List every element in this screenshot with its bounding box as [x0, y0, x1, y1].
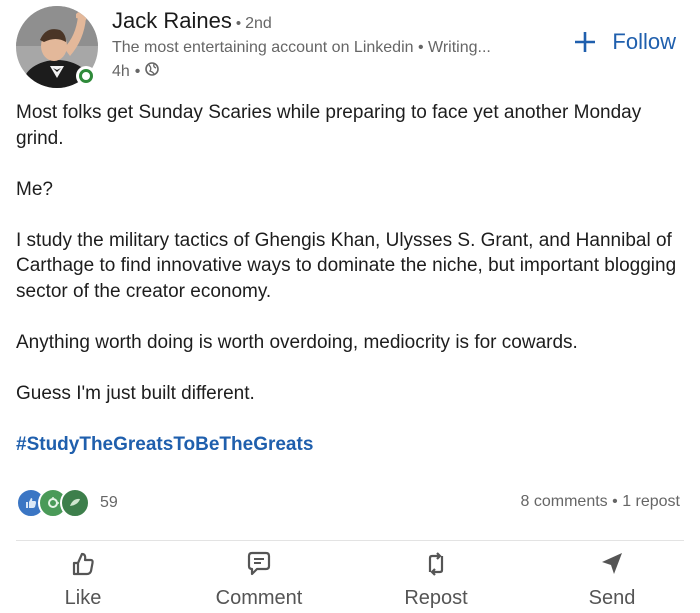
post-paragraph: Most folks get Sunday Scaries while prep…: [16, 102, 642, 149]
reactions-summary[interactable]: 59: [16, 488, 118, 518]
connection-degree: 2nd: [245, 15, 272, 32]
comment-label: Comment: [215, 587, 303, 609]
repost-button[interactable]: Repost: [376, 550, 496, 610]
post-body: Most folks get Sunday Scaries while prep…: [16, 100, 686, 483]
post-paragraph: Guess I'm just built different.: [16, 382, 255, 404]
follow-label: Follow: [612, 29, 676, 54]
plus-icon: [574, 26, 596, 58]
post-paragraph: Me?: [16, 178, 53, 200]
reaction-count: 59: [100, 494, 118, 511]
comment-button[interactable]: Comment: [199, 550, 319, 610]
follow-button[interactable]: Follow: [574, 26, 676, 58]
author-name-row: Jack Raines • 2nd: [112, 8, 272, 34]
post-time: 4h: [112, 62, 130, 80]
send-button[interactable]: Send: [552, 550, 672, 610]
globe-icon: [145, 62, 160, 81]
thumbs-up-icon: [69, 550, 97, 583]
engagement-separator: •: [612, 493, 618, 510]
send-icon: [598, 550, 626, 583]
send-label: Send: [588, 587, 636, 609]
online-status-icon: [76, 66, 96, 86]
divider: [16, 540, 684, 541]
like-button[interactable]: Like: [23, 550, 143, 610]
repost-icon: [422, 550, 450, 583]
comment-icon: [245, 550, 273, 583]
meta-separator: •: [134, 62, 141, 80]
support-icon: [60, 488, 90, 518]
engagement-counts: 8 comments • 1 repost: [521, 493, 680, 511]
hashtag-link[interactable]: #StudyTheGreatsToBeTheGreats: [16, 434, 313, 455]
comments-count[interactable]: 8 comments: [521, 493, 608, 510]
post-meta: 4h •: [112, 62, 160, 81]
author-name[interactable]: Jack Raines: [112, 8, 232, 33]
repost-label: Repost: [404, 587, 468, 609]
action-bar: Like Comment Repost Send: [0, 550, 700, 610]
post-paragraph: Anything worth doing is worth overdoing,…: [16, 331, 578, 353]
like-label: Like: [64, 587, 102, 609]
reposts-count[interactable]: 1 repost: [622, 493, 680, 510]
author-headline: The most entertaining account on Linkedi…: [112, 39, 491, 56]
post-paragraph: I study the military tactics of Ghengis …: [16, 229, 677, 302]
name-separator: •: [235, 15, 242, 32]
